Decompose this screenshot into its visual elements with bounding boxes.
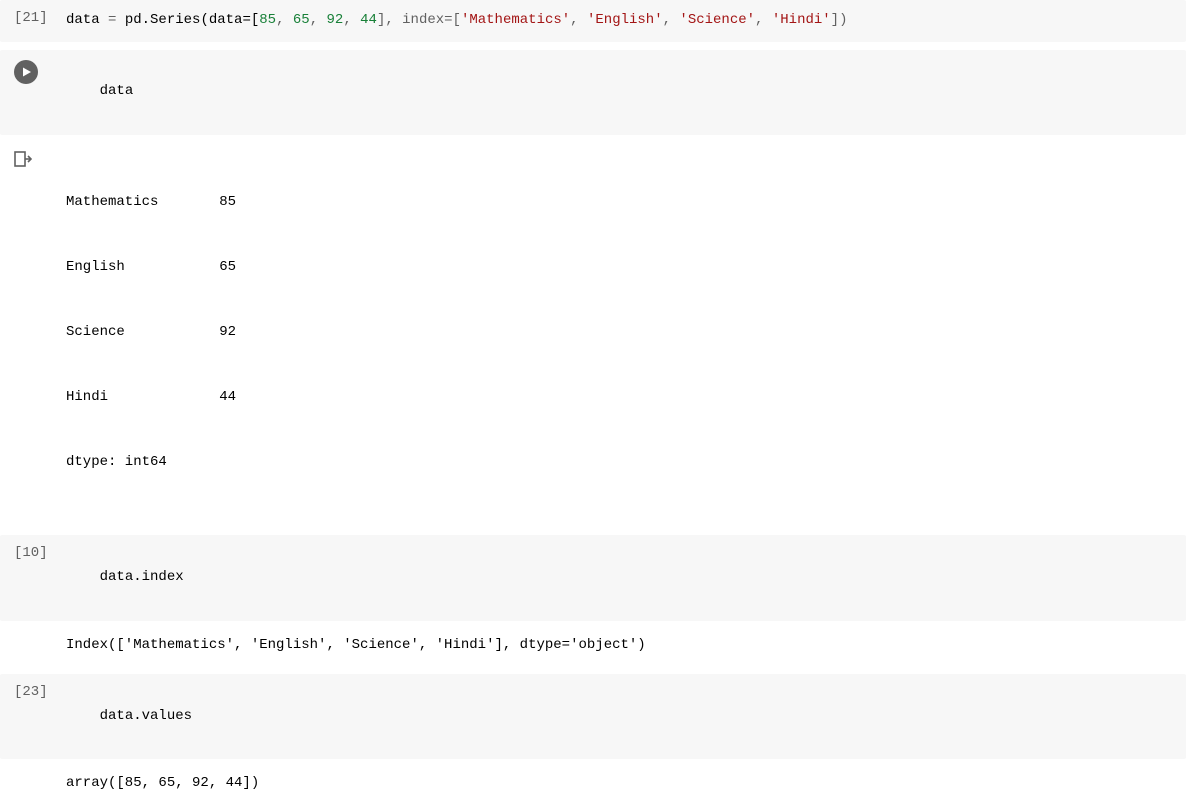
output-block: Index(['Mathematics', 'English', 'Scienc… — [0, 629, 1186, 663]
output-block: Mathematics85 English65 Science92 Hindi4… — [0, 143, 1186, 524]
series-label: Mathematics — [66, 192, 196, 214]
token-num: 85 — [259, 12, 276, 28]
code-cell[interactable]: [10] data.index — [0, 535, 1186, 620]
token: , — [276, 12, 293, 28]
token-num: 92 — [327, 12, 344, 28]
token-str: 'Science' — [679, 12, 755, 28]
token-var: data — [66, 12, 100, 28]
series-row: Mathematics85 — [66, 192, 236, 214]
series-row: Hindi44 — [66, 387, 236, 409]
series-row: Science92 — [66, 322, 236, 344]
token: ], index=[ — [377, 12, 461, 28]
token: ]) — [831, 12, 848, 28]
token-str: 'English' — [587, 12, 663, 28]
cell-prompt: [10] — [14, 545, 60, 561]
token-num: 65 — [293, 12, 310, 28]
token-str: 'Hindi' — [772, 12, 831, 28]
code-cell[interactable]: [23] data.values — [0, 674, 1186, 759]
token-num: 44 — [360, 12, 377, 28]
output-arrow-icon — [14, 151, 32, 167]
exec-count: [10] — [14, 545, 48, 561]
output-indicator — [14, 635, 60, 637]
series-value: 92 — [196, 322, 236, 344]
token: , — [570, 12, 587, 28]
series-label: Hindi — [66, 387, 196, 409]
output-content: array([85, 65, 92, 44]) — [60, 773, 259, 795]
series-row: English65 — [66, 257, 236, 279]
output-block: array([85, 65, 92, 44]) — [0, 767, 1186, 801]
code-content[interactable]: data.index — [60, 545, 184, 610]
token: data.values — [100, 708, 192, 724]
code-content[interactable]: data = pd.Series(data=[85, 65, 92, 44], … — [60, 10, 847, 32]
token-var: data — [100, 83, 134, 99]
series-label: English — [66, 257, 196, 279]
token: pd.Series(data=[ — [125, 12, 259, 28]
output-indicator — [14, 149, 60, 167]
code-cell[interactable]: data — [0, 50, 1186, 135]
cell-prompt: [21] — [14, 10, 60, 26]
token: , — [663, 12, 680, 28]
cell-prompt: [23] — [14, 684, 60, 700]
code-content[interactable]: data.values — [60, 684, 192, 749]
output-content: Mathematics85 English65 Science92 Hindi4… — [60, 149, 236, 518]
token: , — [310, 12, 327, 28]
series-value: 44 — [196, 387, 236, 409]
code-content[interactable]: data — [60, 60, 133, 125]
token: data.index — [100, 569, 184, 585]
token-str: 'Mathematics' — [461, 12, 570, 28]
series-value: 85 — [196, 192, 236, 214]
code-cell[interactable]: [21] data = pd.Series(data=[85, 65, 92, … — [0, 0, 1186, 42]
run-button[interactable] — [14, 60, 38, 84]
exec-count: [21] — [14, 10, 48, 26]
token-eq: = — [100, 12, 125, 28]
series-label: Science — [66, 322, 196, 344]
series-value: 65 — [196, 257, 236, 279]
cell-gutter — [14, 60, 60, 84]
output-indicator — [14, 773, 60, 775]
series-dtype: dtype: int64 — [66, 452, 236, 474]
output-content: Index(['Mathematics', 'English', 'Scienc… — [60, 635, 646, 657]
token: , — [755, 12, 772, 28]
token: , — [343, 12, 360, 28]
play-icon — [20, 66, 32, 78]
exec-count: [23] — [14, 684, 48, 700]
